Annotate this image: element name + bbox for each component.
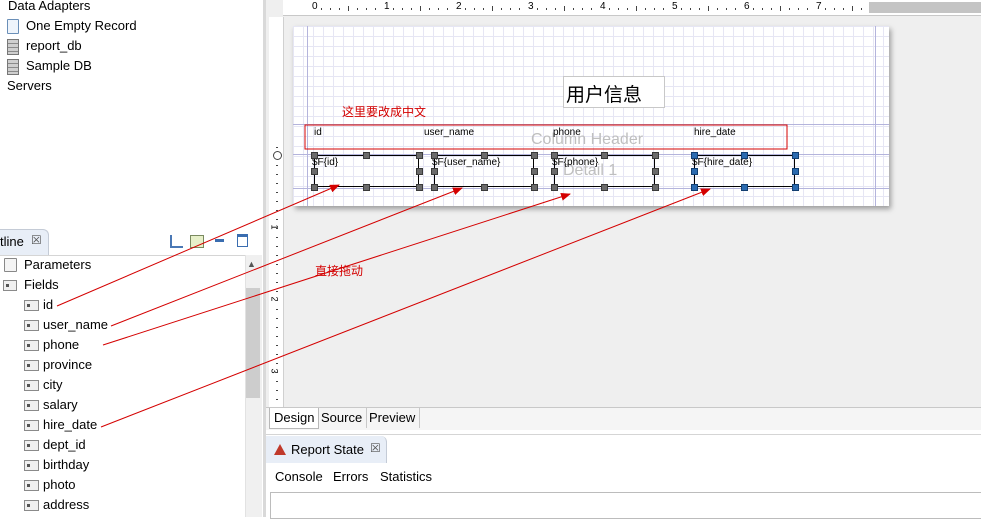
tab-design[interactable]: Design [269, 408, 320, 429]
drag-arrow-id [56, 184, 340, 307]
report-state-icon [274, 444, 286, 455]
drag-arrow-hire-date [100, 188, 711, 428]
close-icon[interactable]: ☒ [370, 441, 381, 455]
report-state-tab[interactable]: Report State ☒ [266, 436, 387, 463]
report-state-title: Report State [291, 442, 364, 457]
tab-errors[interactable]: Errors [333, 469, 368, 484]
editor-mode-tabs: Design Source Preview [266, 407, 981, 430]
tab-console[interactable]: Console [275, 469, 323, 484]
tab-statistics[interactable]: Statistics [380, 469, 432, 484]
column-header-highlight-box [304, 124, 788, 150]
drag-arrow-user-name [110, 187, 463, 327]
report-state-content [270, 492, 981, 519]
tab-source[interactable]: Source [317, 408, 368, 428]
tab-preview[interactable]: Preview [365, 408, 421, 428]
drag-arrow-phone [102, 192, 571, 346]
